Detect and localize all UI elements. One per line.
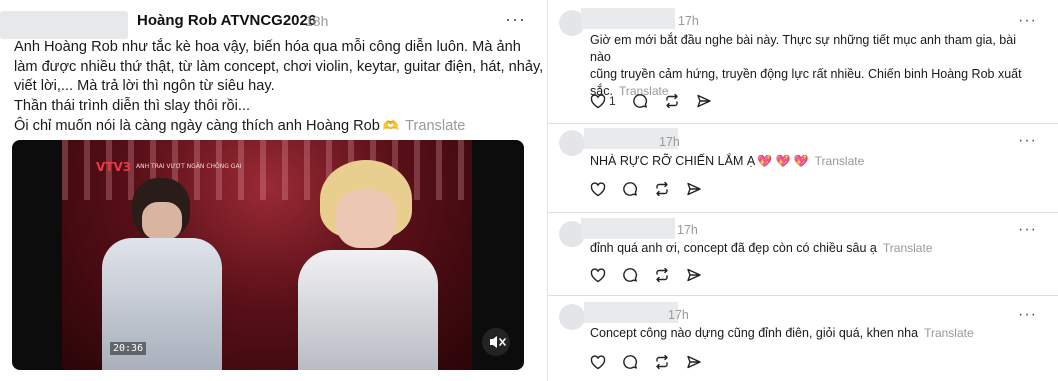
comment-text: Giờ em mới bắt đầu nghe bài này. Thực sự… <box>590 32 1030 100</box>
commenter-name-redacted[interactable] <box>581 218 675 239</box>
comment-actions <box>590 266 718 284</box>
repost-icon <box>656 354 668 370</box>
comment-item: 17h ··· NHÀ RỰC RỠ CHIẾN LẮM Ạ 💖 💖 💖 Trans… <box>548 124 1058 213</box>
heart-icon <box>590 181 606 196</box>
comment-translate-link[interactable]: Translate <box>924 326 974 340</box>
commenter-avatar-redacted[interactable] <box>559 304 585 330</box>
comment-text: đỉnh quá anh ơi, concept đã đẹp còn có c… <box>590 240 1030 257</box>
comment-timestamp[interactable]: 17h <box>678 14 699 28</box>
commenter-avatar-redacted[interactable] <box>559 130 585 156</box>
comment-timestamp[interactable]: 17h <box>677 223 698 237</box>
comment-bubble-icon <box>623 182 638 196</box>
channel-logo: VTV3 <box>96 160 132 174</box>
comment-item: 17h ··· Concept công nào dựng cũng đỉnh … <box>548 296 1058 381</box>
post-text-line: Thần thái trình diễn thì slay thôi rồi..… <box>14 97 251 114</box>
repost-icon <box>665 93 678 109</box>
comment-text: NHÀ RỰC RỠ CHIẾN LẮM Ạ 💖 💖 💖 Translate <box>590 153 1030 170</box>
post-text: Anh Hoàng Rob như tắc kè hoa vậy, biến h… <box>14 38 544 137</box>
send-icon <box>696 94 711 108</box>
repost-icon <box>656 267 668 283</box>
heart-icon <box>590 354 606 369</box>
send-icon <box>687 268 701 282</box>
comment-text-line: cũng truyền cảm hứng, truyền động lực rấ… <box>590 67 1022 81</box>
post-text-line: viết lời,... Mà trả lời thì ngôn từ siêu… <box>14 78 275 94</box>
comment-actions <box>590 180 718 198</box>
main-post: Hoàng Rob ATVNCG2026 18h ··· Anh Hoàng R… <box>0 0 544 381</box>
author-avatar-redacted[interactable] <box>0 11 128 39</box>
muted-speaker-icon <box>490 336 506 348</box>
sparkling-heart-emojis: 💖 💖 💖 <box>757 154 809 168</box>
post-video[interactable]: VTV3 ANH TRAI VƯỢT NGÀN CHÔNG GAI 20:36 <box>12 140 524 370</box>
comment-text: Concept công nào dựng cũng đỉnh điên, gi… <box>590 325 1030 342</box>
repost-button[interactable] <box>654 353 670 371</box>
comment-item: 17h ··· đỉnh quá anh ơi, concept đã đẹp … <box>548 213 1058 296</box>
reply-button[interactable] <box>622 353 638 371</box>
comment-bubble-icon <box>623 355 638 369</box>
repost-button[interactable] <box>654 180 670 198</box>
commenter-name-redacted[interactable] <box>584 302 678 323</box>
comment-actions: 1 <box>590 92 728 110</box>
post-text-line: làm được nhiều thứ thật, từ làm concept,… <box>14 58 544 75</box>
reply-button[interactable] <box>632 92 648 110</box>
comment-text-line: NHÀ RỰC RỠ CHIẾN LẮM Ạ <box>590 154 756 168</box>
video-frame <box>62 140 472 370</box>
post-timestamp[interactable]: 18h <box>305 13 328 29</box>
commenter-name-redacted[interactable] <box>581 8 675 29</box>
repost-button[interactable] <box>654 266 670 284</box>
comment-text-line: Giờ em mới bắt đầu nghe bài này. Thực sự… <box>590 33 1016 64</box>
video-timestamp: 20:36 <box>110 342 147 355</box>
share-button[interactable] <box>686 180 702 198</box>
comment-translate-link[interactable]: Translate <box>815 154 865 168</box>
mute-button[interactable] <box>482 328 510 356</box>
comment-bubble-icon <box>623 268 638 282</box>
like-button[interactable] <box>590 353 606 371</box>
post-text-line-last: Ôi chỉ muốn nói là càng ngày càng thích … <box>14 116 534 137</box>
like-button[interactable] <box>590 180 606 198</box>
like-button[interactable]: 1 <box>590 92 616 110</box>
post-text-line: Anh Hoàng Rob như tắc kè hoa vậy, biến h… <box>14 39 521 55</box>
post-translate-link[interactable]: Translate <box>405 118 465 134</box>
comment-more-options-button[interactable]: ··· <box>1018 13 1037 29</box>
comment-timestamp[interactable]: 17h <box>668 308 689 322</box>
send-icon <box>687 355 701 369</box>
reply-button[interactable] <box>622 180 638 198</box>
like-count: 1 <box>609 94 616 108</box>
comment-actions <box>590 353 718 371</box>
repost-icon <box>656 181 668 197</box>
post-more-options-button[interactable]: ··· <box>505 10 526 28</box>
comment-bubble-icon <box>632 94 647 108</box>
comment-text-line: đỉnh quá anh ơi, concept đã đẹp còn có c… <box>590 241 877 255</box>
comment-more-options-button[interactable]: ··· <box>1018 222 1037 238</box>
share-button[interactable] <box>686 353 702 371</box>
comment-item: 17h ··· Giờ em mới bắt đầu nghe bài này.… <box>548 0 1058 124</box>
performer-left-face <box>142 202 182 240</box>
repost-button[interactable] <box>664 92 680 110</box>
comment-more-options-button[interactable]: ··· <box>1018 133 1037 149</box>
comment-more-options-button[interactable]: ··· <box>1018 307 1037 323</box>
comment-timestamp[interactable]: 17h <box>659 135 680 149</box>
performer-right-face <box>336 190 396 248</box>
heart-hands-emoji: 🫶 <box>382 118 400 133</box>
reply-button[interactable] <box>622 266 638 284</box>
send-icon <box>687 182 701 196</box>
share-button[interactable] <box>696 92 712 110</box>
like-button[interactable] <box>590 266 606 284</box>
comment-translate-link[interactable]: Translate <box>883 241 933 255</box>
heart-icon <box>590 93 606 108</box>
share-button[interactable] <box>686 266 702 284</box>
performer-right-outfit <box>298 250 438 370</box>
heart-icon <box>590 267 606 282</box>
post-username[interactable]: Hoàng Rob ATVNCG2026 <box>137 12 316 29</box>
show-caption: ANH TRAI VƯỢT NGÀN CHÔNG GAI <box>136 163 242 170</box>
comment-text-line: Concept công nào dựng cũng đỉnh điên, gi… <box>590 326 919 340</box>
post-text-line: Ôi chỉ muốn nói là càng ngày càng thích … <box>14 118 380 134</box>
